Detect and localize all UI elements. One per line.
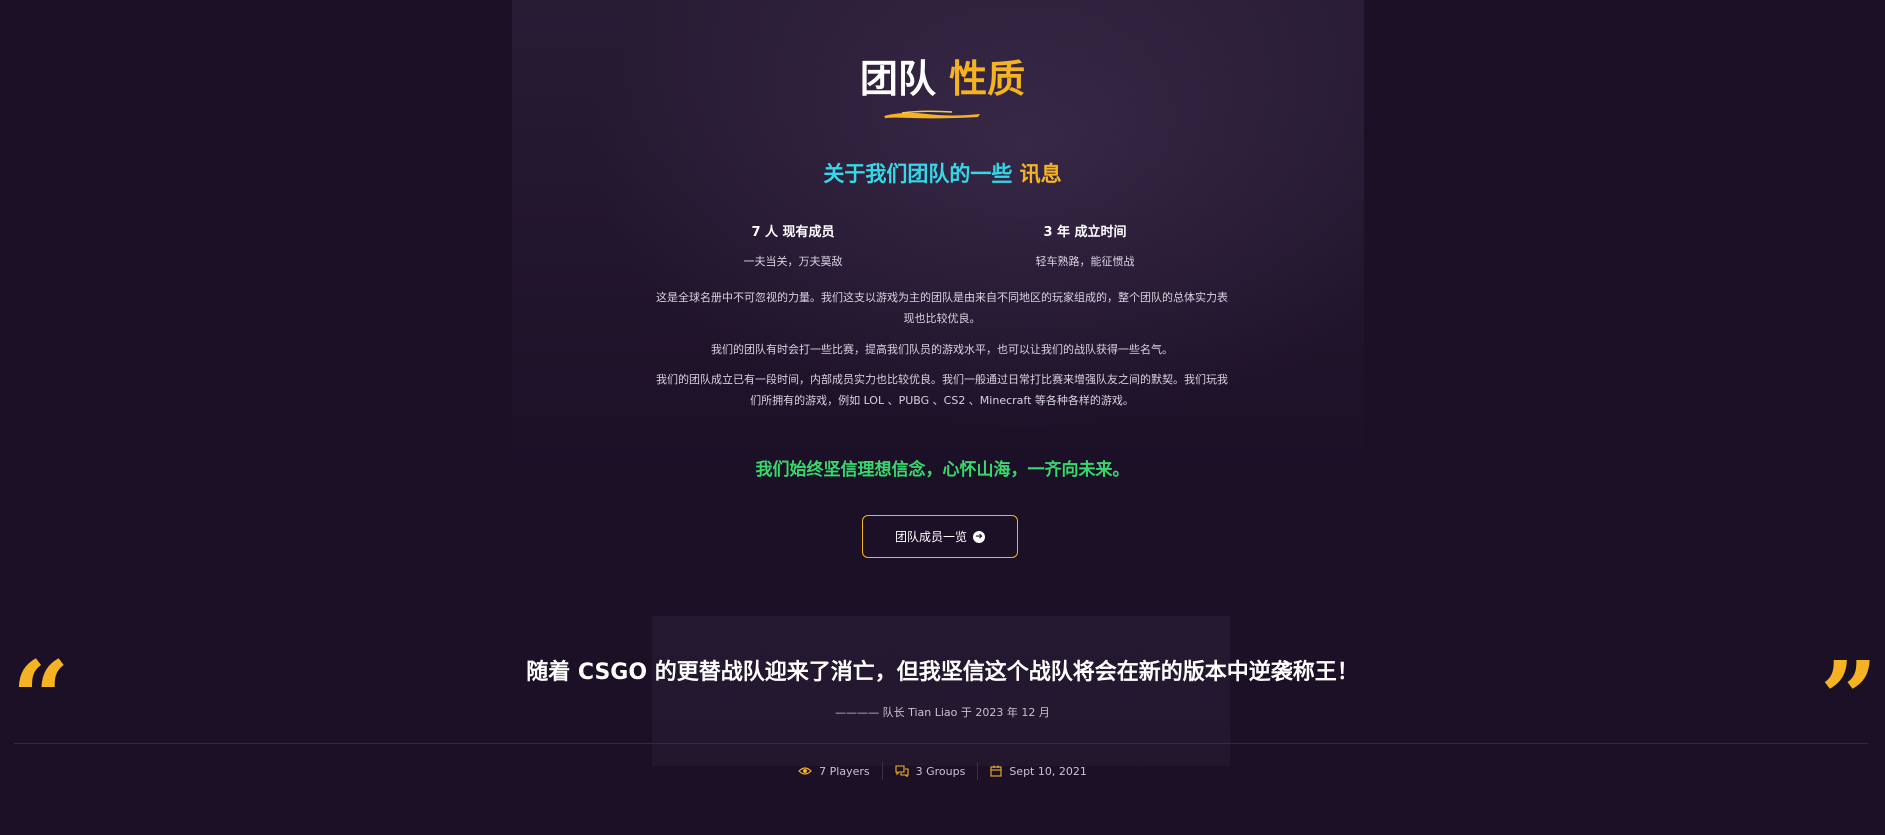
quote-author: ———— 队长 Tian Liao 于 2023 年 12 月 <box>835 706 1050 719</box>
team-members-button[interactable]: 团队成员一览 ➜ <box>862 515 1018 558</box>
quote-text: 随着 CSGO 的更替战队迎来了消亡，但我坚信这个战队将会在新的版本中逆袭称王！ <box>526 660 1359 685</box>
meta-bar: 7 Players 3 Groups Sept 10, 2021 <box>0 762 1885 780</box>
section-subtitle: 关于我们团队的一些 讯息 <box>0 158 1885 188</box>
meta-date-text: Sept 10, 2021 <box>1009 764 1087 778</box>
paragraph-matches: 我们的团队有时会打一些比赛，提高我们队员的游戏水平，也可以让我们的战队获得一些名… <box>711 343 1173 356</box>
stat-members-sub: 一夫当关，万夫莫敌 <box>743 255 843 268</box>
meta-players-text: 7 Players <box>819 764 870 778</box>
meta-date: Sept 10, 2021 <box>978 765 1099 778</box>
meta-groups: 3 Groups <box>883 765 978 778</box>
subtitle-highlight: 讯息 <box>1019 162 1062 186</box>
calendar-icon <box>990 765 1002 777</box>
meta-players: 7 Players <box>786 765 881 778</box>
stat-founded-sub: 轻车熟路，能征惯战 <box>1035 255 1135 268</box>
section-title: 团队 性质 <box>0 48 1885 103</box>
brush-stroke-decoration <box>884 110 980 119</box>
arrow-right-circle-icon: ➜ <box>973 530 985 543</box>
team-motto: 我们始终坚信理想信念，心怀山海，一齐向未来。 <box>755 460 1130 480</box>
stat-founded-head: 3 年 成立时间 <box>1043 225 1127 240</box>
paragraph-intro: 这是全球名册中不可忽视的力量。我们这支以游戏为主的团队是由来自不同地区的玩家组成… <box>656 291 1228 325</box>
section-title-highlight: 性质 <box>949 57 1026 101</box>
divider <box>14 743 1868 744</box>
stat-founded: 3 年 成立时间 轻车熟路，能征惯战 <box>935 221 1235 269</box>
chat-icon <box>895 765 909 777</box>
team-members-button-label: 团队成员一览 <box>894 530 967 544</box>
stat-members: 7 人 现有成员 一夫当关，万夫莫敌 <box>643 221 943 269</box>
subtitle-main: 关于我们团队的一些 <box>823 162 1013 186</box>
meta-groups-text: 3 Groups <box>915 764 966 778</box>
paragraph-games: 我们的团队成立已有一段时间，内部成员实力也比较优良。我们一般通过日常打比赛来增强… <box>656 373 1228 407</box>
eye-icon <box>798 767 812 775</box>
section-title-main: 团队 <box>859 57 936 101</box>
stat-members-head: 7 人 现有成员 <box>751 225 835 240</box>
